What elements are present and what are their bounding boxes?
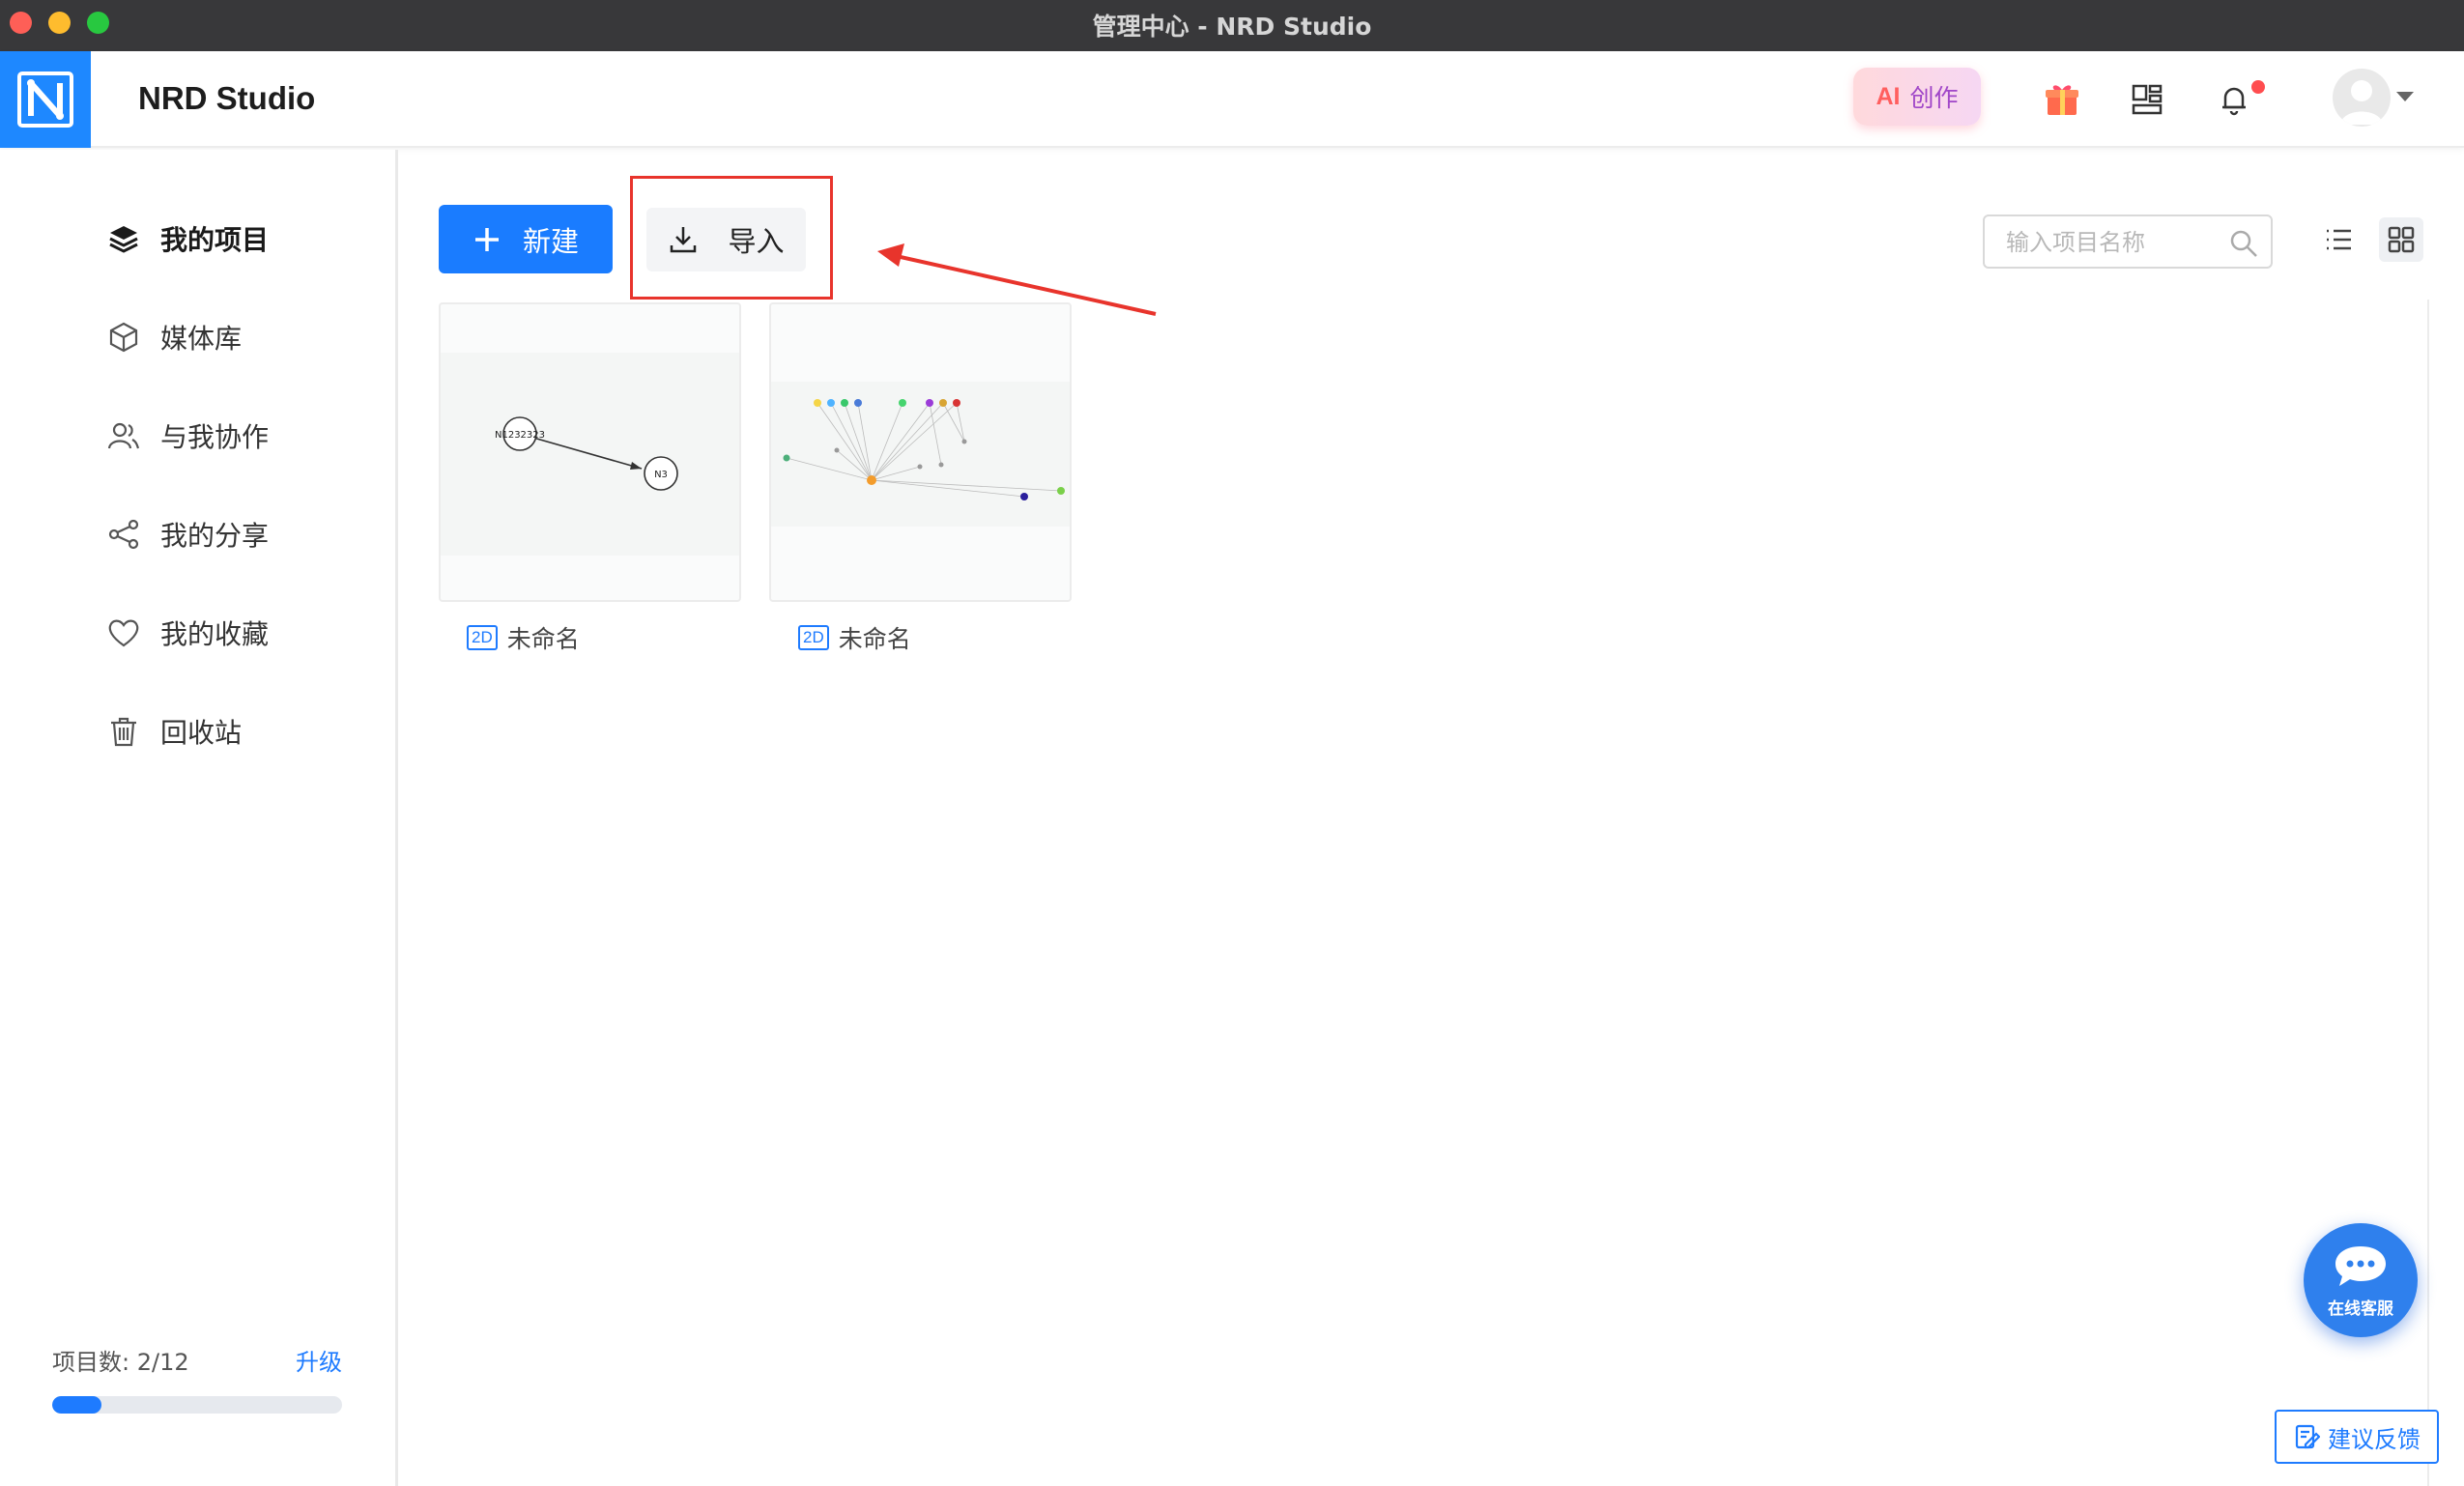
app-name: NRD Studio [138, 80, 316, 116]
chat-bubble-icon [2335, 1245, 2386, 1286]
share-icon [106, 517, 141, 552]
quota-progress-fill [52, 1396, 101, 1414]
project-label[interactable]: 2D 未命名 [467, 618, 580, 657]
app-header: NRD Studio AI 创作 [0, 51, 2464, 148]
sidebar-item-label: 媒体库 [160, 323, 243, 355]
type-tag-2d: 2D [798, 625, 829, 650]
sidebar: 我的项目 媒体库 与我协作 我的分享 我的收藏 回收站 项目数: 2/12 升级 [0, 150, 398, 1486]
search-icon[interactable] [2228, 228, 2259, 263]
users-icon [106, 418, 141, 453]
quota-label: 项目数: 2/12 [52, 1349, 189, 1376]
project-thumbnail [771, 382, 1070, 527]
sidebar-item-my-shares[interactable]: 我的分享 [106, 505, 269, 563]
list-view-icon[interactable] [2319, 220, 2358, 259]
feedback-button[interactable]: 建议反馈 [2275, 1410, 2439, 1464]
project-quota: 项目数: 2/12 升级 [52, 1343, 342, 1414]
graph-node-label: N3 [654, 470, 668, 480]
heart-icon [106, 615, 141, 650]
avatar-icon[interactable] [2333, 69, 2391, 127]
chevron-down-icon[interactable] [2396, 92, 2414, 101]
cube-icon [106, 320, 141, 355]
online-support-button[interactable]: 在线客服 [2304, 1223, 2418, 1337]
bell-icon[interactable] [2213, 78, 2255, 121]
project-card[interactable]: N1232323 N3 [439, 302, 741, 602]
graph-node-label: N1232323 [495, 430, 545, 441]
sidebar-item-label: 与我协作 [160, 421, 270, 453]
gift-icon[interactable] [2041, 78, 2083, 121]
sidebar-item-label: 我的收藏 [160, 618, 270, 650]
sidebar-item-trash[interactable]: 回收站 [106, 702, 242, 760]
edit-note-icon [2295, 1424, 2320, 1449]
ai-create-label: 创作 [1909, 84, 1959, 112]
sidebar-item-label: 回收站 [160, 717, 243, 749]
new-project-label: 新建 [522, 224, 579, 258]
layers-icon [106, 221, 141, 256]
grid-view-icon[interactable] [2379, 217, 2423, 262]
type-tag-2d: 2D [467, 625, 498, 650]
quota-progress-bar [52, 1396, 342, 1414]
upgrade-link[interactable]: 升级 [296, 1343, 342, 1377]
plus-icon [474, 227, 499, 251]
window-title: 管理中心 - NRD Studio [1092, 13, 1372, 41]
new-project-button[interactable]: 新建 [439, 205, 613, 273]
notification-dot [2251, 80, 2265, 94]
ai-create-button[interactable]: AI 创作 [1853, 68, 1981, 126]
sidebar-item-favorites[interactable]: 我的收藏 [106, 604, 269, 662]
feedback-label: 建议反馈 [2328, 1425, 2421, 1453]
project-search[interactable] [1983, 214, 2273, 269]
logo-n-icon [17, 71, 73, 128]
sidebar-item-collaborations[interactable]: 与我协作 [106, 407, 269, 465]
layout-icon[interactable] [2126, 78, 2168, 121]
app-logo[interactable] [0, 51, 91, 148]
sidebar-item-media-library[interactable]: 媒体库 [106, 308, 242, 366]
project-label[interactable]: 2D 未命名 [798, 618, 911, 657]
project-card[interactable] [769, 302, 1072, 602]
content-divider [2427, 300, 2429, 1486]
window-titlebar: 管理中心 - NRD Studio [0, 0, 2464, 51]
project-name: 未命名 [506, 625, 580, 653]
ai-mark: AI [1876, 82, 1901, 110]
online-support-label: 在线客服 [2328, 1299, 2393, 1319]
sidebar-item-label: 我的分享 [160, 520, 270, 552]
annotation-highlight-box [630, 176, 833, 300]
project-thumbnail: N1232323 N3 [441, 353, 739, 556]
trash-icon [106, 714, 141, 749]
project-name: 未命名 [838, 625, 911, 653]
sidebar-item-label: 我的项目 [160, 224, 270, 256]
sidebar-item-my-projects[interactable]: 我的项目 [106, 210, 269, 268]
search-input[interactable] [2006, 226, 2219, 259]
